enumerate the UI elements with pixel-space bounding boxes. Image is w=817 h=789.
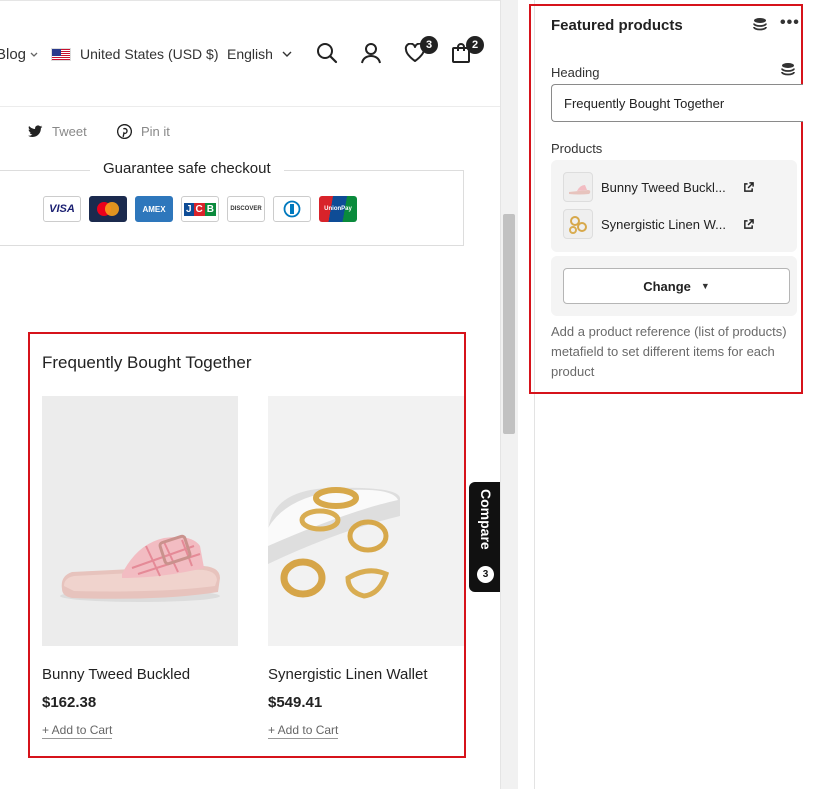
selected-product-row[interactable]: Synergistic Linen W... xyxy=(563,209,754,239)
selected-product-name: Bunny Tweed Buckl... xyxy=(601,179,726,195)
mastercard-icon xyxy=(89,196,127,222)
language-selector[interactable]: English xyxy=(227,36,292,72)
share-tweet-link[interactable]: Tweet xyxy=(28,124,87,139)
dynamic-source-icon[interactable] xyxy=(752,17,768,33)
chevron-down-icon xyxy=(30,52,38,57)
external-link-icon[interactable] xyxy=(743,181,754,193)
safe-checkout-title: Guarantee safe checkout xyxy=(90,160,284,177)
product-price: $162.38 xyxy=(42,694,97,711)
selected-product-row[interactable]: Bunny Tweed Buckl... xyxy=(563,172,754,202)
preview-scrollbar-thumb[interactable] xyxy=(503,214,515,434)
cart-button[interactable]: 2 xyxy=(448,36,484,66)
section-heading: Frequently Bought Together xyxy=(42,353,252,372)
product-thumbnail xyxy=(563,209,593,239)
language-label: English xyxy=(227,46,273,62)
change-products-button[interactable]: Change ▼ xyxy=(563,268,790,304)
wishlist-count-badge: 3 xyxy=(420,36,438,54)
rings-image xyxy=(268,487,400,599)
product-image-rings[interactable] xyxy=(268,396,464,646)
selected-product-name: Synergistic Linen W... xyxy=(601,216,726,232)
help-text: Add a product reference (list of product… xyxy=(551,324,787,379)
featured-products-section: Frequently Bought Together Bunny Tweed B… xyxy=(28,332,466,758)
discover-icon: DISCOVER xyxy=(227,196,265,222)
heading-field-label: Heading xyxy=(551,65,600,80)
product-title[interactable]: Synergistic Linen Wallet xyxy=(268,666,464,683)
currency-label: United States (USD $) xyxy=(80,46,219,62)
more-actions-button[interactable]: ••• xyxy=(780,14,800,32)
product-image-sandal[interactable] xyxy=(42,396,238,646)
wishlist-button[interactable]: 3 xyxy=(402,36,438,66)
us-flag-icon xyxy=(51,47,71,61)
visa-icon: VISA xyxy=(43,196,81,222)
nav-blog-label: Blog xyxy=(0,45,27,63)
diners-club-icon xyxy=(273,196,311,222)
twitter-icon xyxy=(28,125,43,138)
search-icon xyxy=(317,43,338,64)
panel-title: Featured products xyxy=(551,17,683,34)
compare-label: Compare xyxy=(478,489,494,550)
tweet-label: Tweet xyxy=(52,124,87,139)
product-price: $549.41 xyxy=(268,694,323,711)
compare-count-badge: 3 xyxy=(477,566,494,583)
add-to-cart-link[interactable]: + Add to Cart xyxy=(268,723,339,739)
external-link-icon[interactable] xyxy=(743,218,754,230)
products-field-label: Products xyxy=(551,141,603,156)
payment-icons: VISA AMEX JCB DISCOVER UnionPay xyxy=(43,196,357,222)
compare-tab[interactable]: Compare 3 xyxy=(469,482,500,592)
selected-products-list: Bunny Tweed Buckl... Synergistic Linen W… xyxy=(551,160,797,252)
product-card[interactable]: Bunny Tweed Buckled $162.38 + Add to Car… xyxy=(42,396,238,739)
change-button-label: Change xyxy=(643,278,691,294)
share-pin-link[interactable]: Pin it xyxy=(117,124,170,139)
product-thumbnail xyxy=(563,172,593,202)
chevron-down-icon xyxy=(282,51,292,57)
pin-label: Pin it xyxy=(141,124,170,139)
heading-input[interactable] xyxy=(551,84,803,122)
product-card[interactable]: Synergistic Linen Wallet $549.41 + Add t… xyxy=(268,396,464,739)
nav-blog-menu[interactable]: Blog xyxy=(0,36,38,72)
account-icon xyxy=(361,43,381,64)
product-title[interactable]: Bunny Tweed Buckled xyxy=(42,666,238,683)
change-products-wrapper: Change ▼ xyxy=(551,256,797,316)
safe-checkout-box: Guarantee safe checkout VISA AMEX JCB DI… xyxy=(0,160,464,246)
preview-top-border xyxy=(0,0,500,1)
jcb-icon: JCB xyxy=(181,196,219,222)
dynamic-source-icon[interactable] xyxy=(780,62,796,78)
amex-icon: AMEX xyxy=(135,196,173,222)
add-to-cart-link[interactable]: + Add to Cart xyxy=(42,723,113,739)
header-divider xyxy=(0,106,500,107)
search-button[interactable] xyxy=(314,40,340,66)
cart-count-badge: 2 xyxy=(466,36,484,54)
storefront-preview: Blog United States (USD $) English 3 2 T… xyxy=(0,0,500,789)
currency-selector[interactable]: United States (USD $) xyxy=(51,36,219,72)
sandal-image xyxy=(60,534,220,602)
account-button[interactable] xyxy=(358,40,384,66)
caret-down-icon: ▼ xyxy=(700,281,710,291)
unionpay-icon: UnionPay xyxy=(319,196,357,222)
pinterest-icon xyxy=(117,124,132,139)
